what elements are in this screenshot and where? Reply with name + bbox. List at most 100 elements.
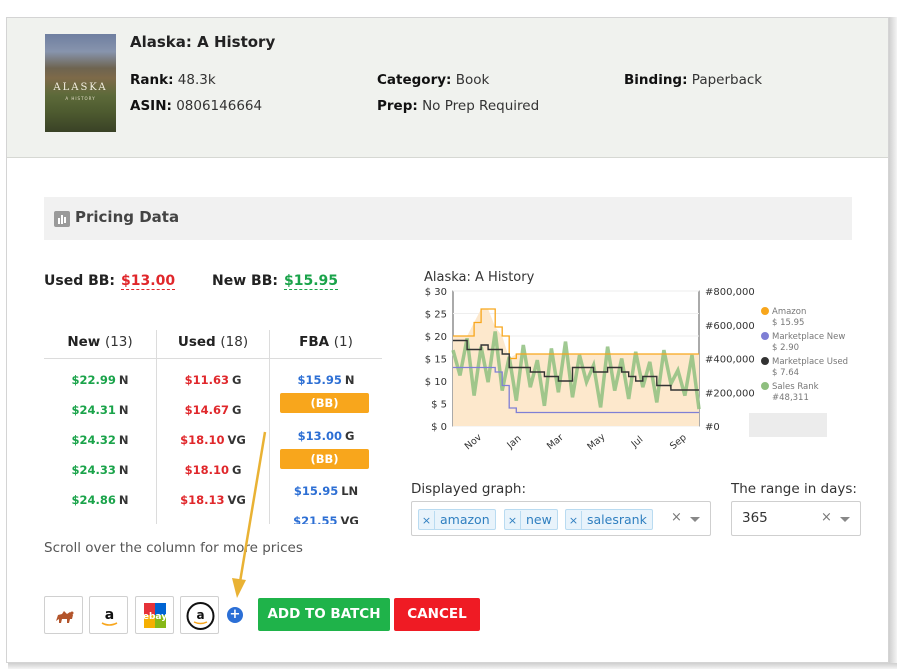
legend-label: Marketplace New xyxy=(772,332,845,342)
amazon-circle-glyph: a xyxy=(196,608,204,622)
displayed-graph-label: Displayed graph: xyxy=(411,481,526,497)
asin-label: ASIN: xyxy=(130,98,172,114)
used-buybox: Used BB: $13.00 xyxy=(44,273,176,290)
offer-row: $24.86 N xyxy=(44,493,156,507)
offer-price: $18.13 xyxy=(180,493,225,507)
clear-icon[interactable]: × xyxy=(821,510,832,525)
used-bb-value[interactable]: $13.00 xyxy=(121,273,176,290)
amazon-store-button[interactable]: a xyxy=(89,596,128,634)
fba-offers-column[interactable]: FBA (1) $15.95 N (BB) $13.00 G (BB) $15.95… xyxy=(270,330,382,524)
new-buybox: New BB: $15.95 xyxy=(212,273,338,290)
tag-new[interactable]: × new xyxy=(504,509,558,530)
frame-shadow xyxy=(889,17,897,667)
displayed-graph-select[interactable]: × amazon × new × salesrank × xyxy=(411,501,711,536)
range-days-value: 365 xyxy=(742,510,768,526)
used-column-count: (18) xyxy=(220,334,249,350)
binding-label: Binding: xyxy=(624,72,688,88)
range-days-select[interactable]: 365 × xyxy=(731,501,861,536)
y-left-tick-label: $ 15 xyxy=(425,355,447,366)
offer-condition: N xyxy=(118,403,129,417)
y-left-tick-label: $ 20 xyxy=(425,332,447,343)
offer-price: $22.99 xyxy=(71,373,116,387)
chevron-down-icon[interactable] xyxy=(840,517,850,522)
remove-tag-icon[interactable]: × xyxy=(505,511,521,530)
tag-salesrank[interactable]: × salesrank xyxy=(565,509,653,530)
new-column-count: (13) xyxy=(104,334,133,350)
y-right-tick-label: #0 xyxy=(705,422,720,433)
legend-swatch xyxy=(761,332,769,340)
offer-price: $11.63 xyxy=(184,373,229,387)
offer-row: $24.31 N xyxy=(44,403,156,417)
remove-tag-icon[interactable]: × xyxy=(419,511,435,530)
y-right-tick-label: #600,000 xyxy=(705,321,755,332)
offer-price: $24.86 xyxy=(71,493,116,507)
legend-placeholder xyxy=(749,413,827,437)
offer-price: $15.95 xyxy=(293,484,339,498)
camel-store-button[interactable] xyxy=(44,596,83,634)
prep-label: Prep: xyxy=(377,98,418,114)
pricing-data-header: Pricing Data xyxy=(44,197,852,240)
legend-swatch xyxy=(761,382,769,390)
new-offers-column[interactable]: New (13) $22.99 N $24.31 N $24.32 N $24.33 N… xyxy=(44,330,156,524)
offer-row: $15.95 N xyxy=(270,373,382,387)
offer-price: $14.67 xyxy=(184,403,229,417)
prep-value: No Prep Required xyxy=(422,98,540,114)
amazon-circle-store-button[interactable]: a xyxy=(180,596,219,634)
tag-label: new xyxy=(526,512,552,527)
offer-row: $24.32 N xyxy=(44,433,156,447)
x-tick-label: Jan xyxy=(504,433,523,451)
tag-label: salesrank xyxy=(587,512,647,527)
book-title: Alaska: A History xyxy=(130,33,276,51)
offer-row: $21.55 VG xyxy=(270,514,382,524)
offer-price: $15.95 xyxy=(297,373,342,387)
y-left-tick-label: $ 25 xyxy=(425,310,447,321)
clear-icon[interactable]: × xyxy=(671,510,682,525)
amazon-circle-icon: a xyxy=(186,602,215,630)
offer-row: $15.95 LN xyxy=(270,484,382,498)
category-label: Category: xyxy=(377,72,452,88)
new-column-header: New (13) xyxy=(44,330,156,359)
book-detail-panel: ALASKA A HISTORY Alaska: A History Rank:… xyxy=(6,17,889,663)
category-value: Book xyxy=(455,72,490,88)
add-store-button[interactable]: + xyxy=(227,607,243,623)
tag-amazon[interactable]: × amazon xyxy=(418,509,496,530)
category-field: Category: Book xyxy=(377,72,489,88)
y-left-tick-label: $ 30 xyxy=(425,287,447,298)
book-cover-image: ALASKA A HISTORY xyxy=(45,34,116,132)
pricing-data-title: Pricing Data xyxy=(75,208,180,226)
add-to-batch-button[interactable]: ADD TO BATCH xyxy=(258,598,390,631)
offer-row: $14.67 G xyxy=(157,403,269,417)
x-tick-label: May xyxy=(585,431,607,452)
offer-condition: G xyxy=(344,429,355,443)
offer-row: $24.33 N xyxy=(44,463,156,477)
fba-column-count: (1) xyxy=(333,334,353,350)
offers-table[interactable]: New (13) $22.99 N $24.31 N $24.32 N $24.33 N… xyxy=(44,330,385,524)
asin-value: 0806146664 xyxy=(176,98,263,114)
legend-label: Marketplace Used xyxy=(772,357,848,367)
amazon-icon: a xyxy=(101,607,118,626)
rank-label: Rank: xyxy=(130,72,174,88)
offer-row: $13.00 G xyxy=(270,429,382,443)
tag-label: amazon xyxy=(440,512,490,527)
y-left-tick-label: $ 10 xyxy=(425,377,447,388)
used-column-header: Used (18) xyxy=(157,330,269,359)
new-bb-value[interactable]: $15.95 xyxy=(283,273,338,290)
buybox-badge: (BB) xyxy=(280,393,369,413)
offer-condition: G xyxy=(231,373,242,387)
price-history-chart[interactable]: $ 30 $ 25 $ 20 $ 15 $ 10 $ 5 $ 0 #800,000 #600,0… xyxy=(411,286,881,476)
ebay-store-button[interactable]: ebay xyxy=(135,596,174,634)
used-bb-label: Used BB: xyxy=(44,273,116,289)
range-days-label: The range in days: xyxy=(731,481,857,497)
used-column-title: Used xyxy=(177,334,216,350)
legend-label: Amazon xyxy=(772,307,806,317)
chevron-down-icon[interactable] xyxy=(690,517,700,522)
binding-field: Binding: Paperback xyxy=(624,72,762,88)
x-tick-label: Nov xyxy=(463,432,485,453)
offer-condition: N xyxy=(118,433,129,447)
offer-condition: N xyxy=(118,493,129,507)
cancel-button[interactable]: CANCEL xyxy=(394,598,480,631)
remove-tag-icon[interactable]: × xyxy=(566,511,582,530)
legend-value: $ 15.95 xyxy=(772,318,804,328)
legend-swatch xyxy=(761,357,769,365)
prep-field: Prep: No Prep Required xyxy=(377,98,539,114)
